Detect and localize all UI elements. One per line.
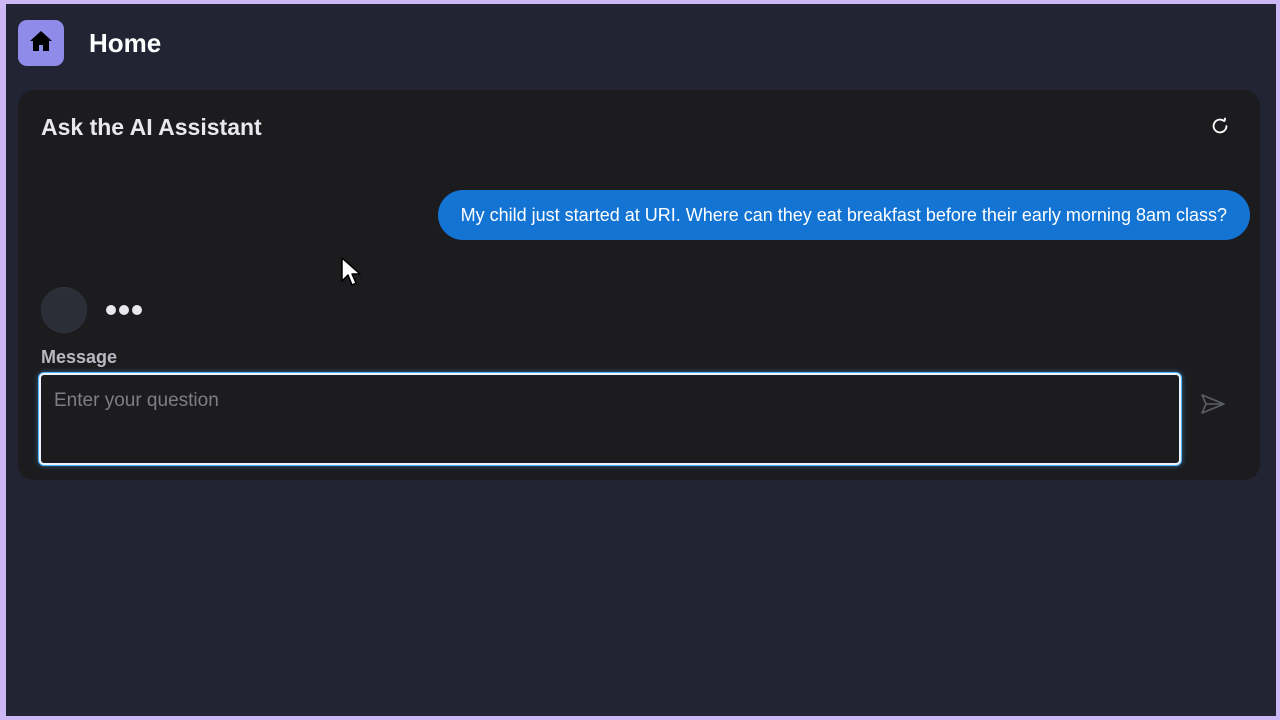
home-icon xyxy=(29,30,53,57)
chat-title: Ask the AI Assistant xyxy=(41,114,262,140)
mouse-cursor xyxy=(340,256,362,288)
typing-indicator xyxy=(106,305,142,315)
send-button[interactable] xyxy=(1198,392,1228,420)
home-button[interactable] xyxy=(18,20,64,66)
message-input[interactable] xyxy=(39,373,1181,465)
page-title: Home xyxy=(89,27,162,58)
assistant-avatar xyxy=(41,287,87,333)
user-message-bubble: My child just started at URI. Where can … xyxy=(437,190,1250,240)
refresh-icon xyxy=(1209,115,1231,142)
message-label: Message xyxy=(41,347,118,367)
app-window: Home Ask the AI Assistant My child just … xyxy=(6,4,1276,716)
refresh-button[interactable] xyxy=(1206,114,1234,142)
send-icon xyxy=(1200,393,1226,420)
chat-panel: Ask the AI Assistant My child just start… xyxy=(18,90,1260,480)
typing-dot xyxy=(132,305,142,315)
typing-dot xyxy=(119,305,129,315)
page-header: Home xyxy=(18,18,161,68)
assistant-typing-row xyxy=(41,287,142,333)
typing-dot xyxy=(106,305,116,315)
